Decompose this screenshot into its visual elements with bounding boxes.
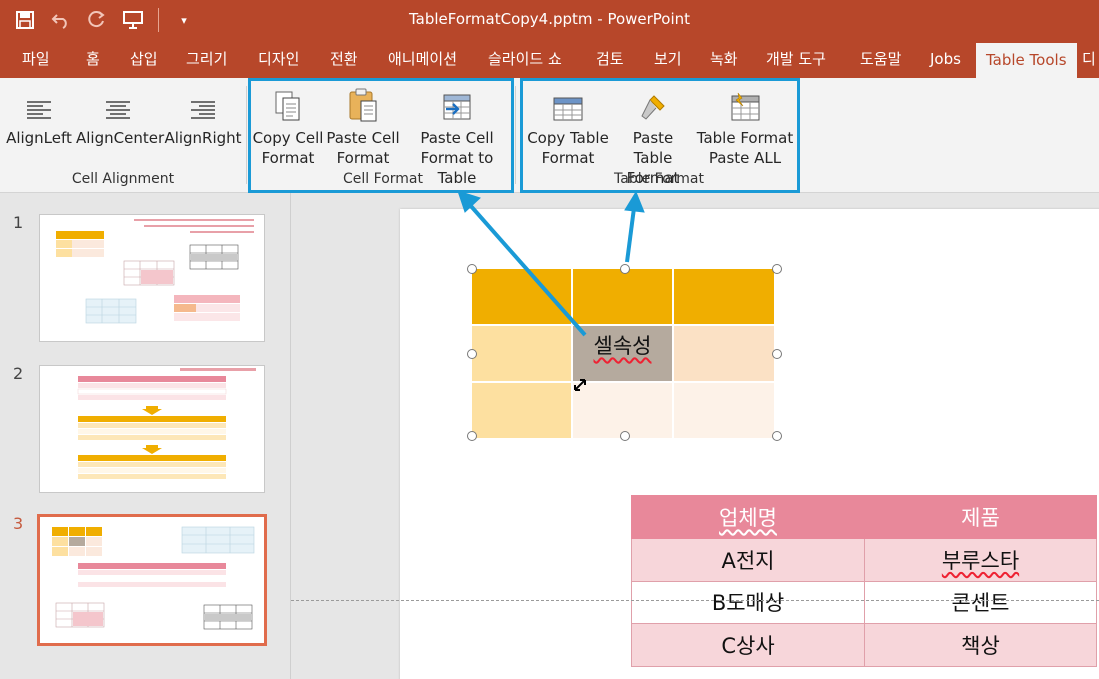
annotation-arrows bbox=[457, 190, 645, 337]
